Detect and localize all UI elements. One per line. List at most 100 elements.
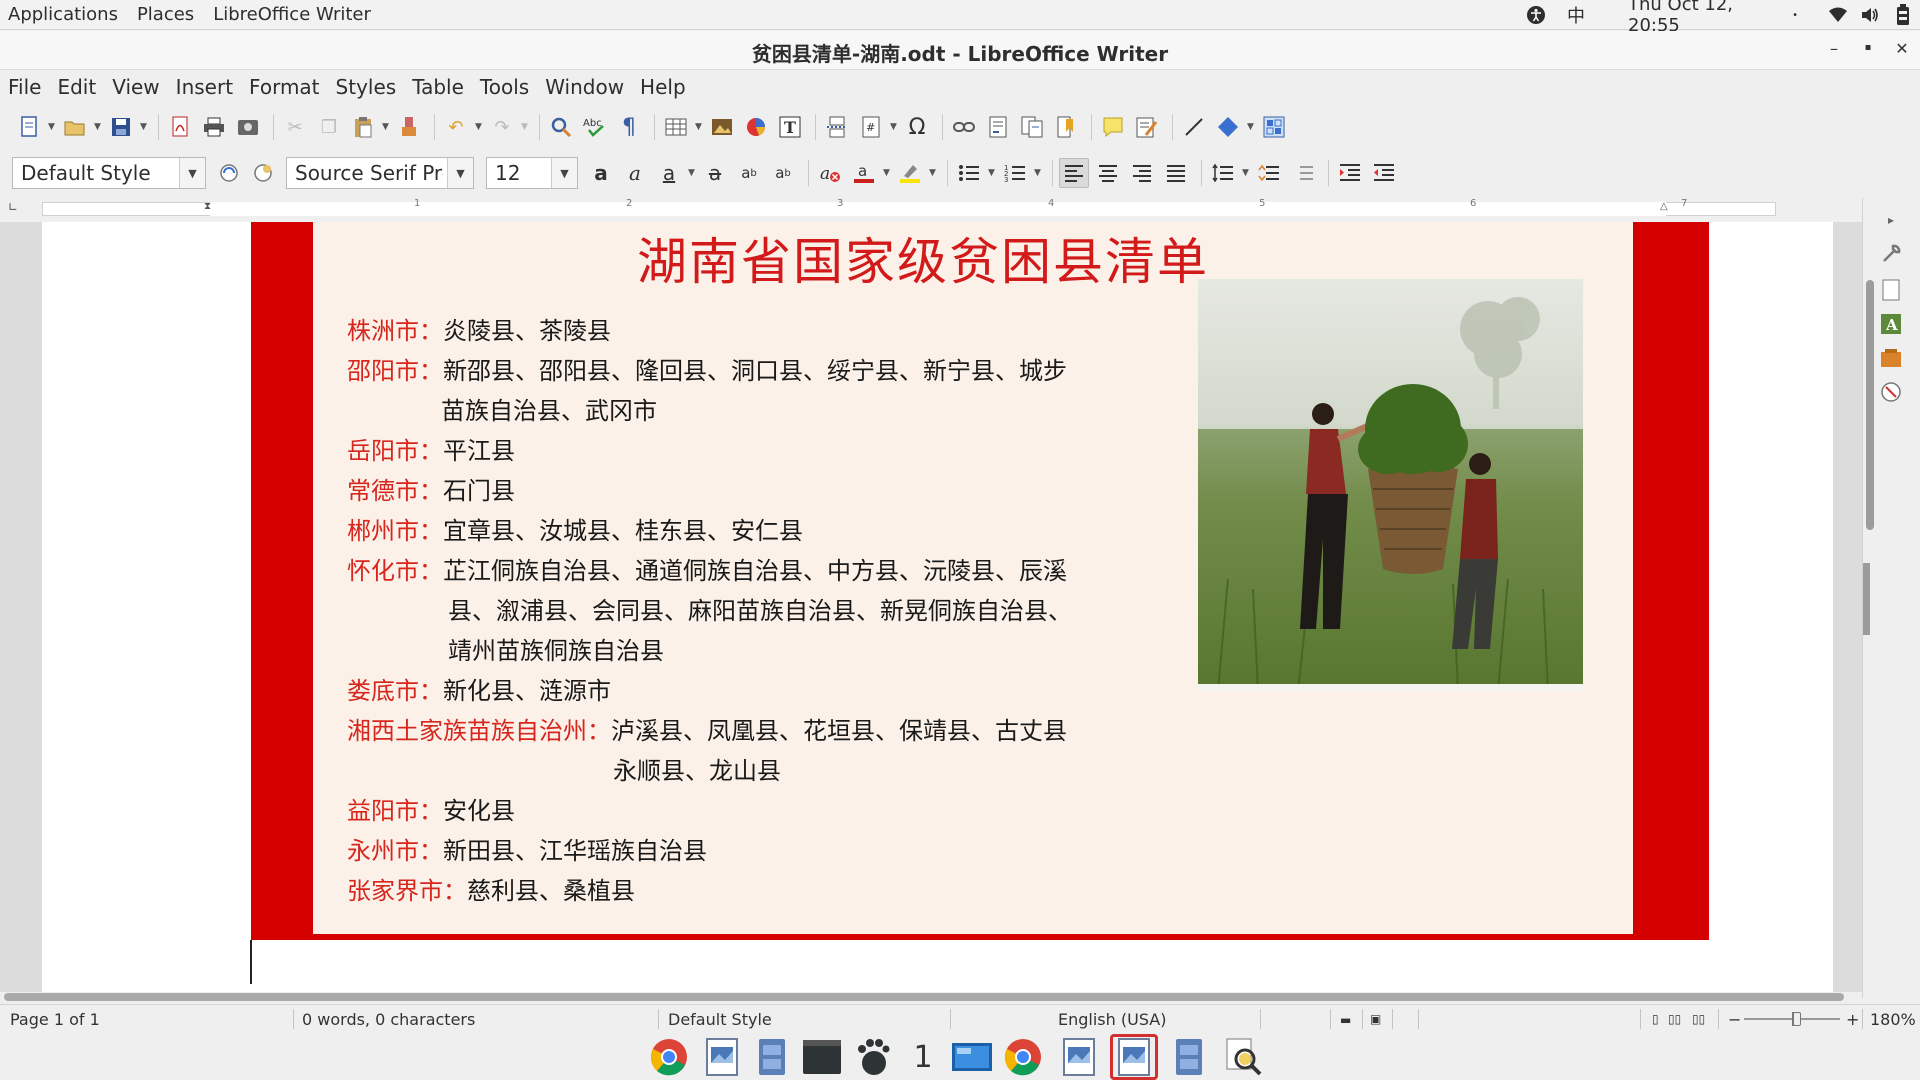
new-document-icon[interactable] (14, 112, 44, 142)
cut-icon[interactable]: ✂ (280, 112, 310, 142)
file-cabinet-icon[interactable] (751, 1036, 793, 1078)
insert-mode-icon[interactable]: ▬ (1340, 1013, 1351, 1027)
gallery-icon[interactable] (1879, 346, 1903, 370)
left-indent-marker-icon[interactable]: ⧗ (204, 201, 211, 212)
insert-line-icon[interactable] (1179, 112, 1209, 142)
spelling-icon[interactable]: Abc (580, 112, 610, 142)
justify-icon[interactable] (1161, 158, 1191, 188)
line-spacing-dropdown-icon[interactable]: ▼ (1242, 168, 1250, 178)
unordered-list-dropdown-icon[interactable]: ▼ (988, 168, 996, 178)
paragraph-style-dropdown-icon[interactable]: ▼ (179, 158, 205, 188)
bold-icon[interactable]: a (586, 158, 616, 188)
redo-icon[interactable]: ↷ (487, 112, 517, 142)
styles-icon[interactable]: A (1879, 312, 1903, 336)
comment-icon[interactable] (1098, 112, 1128, 142)
menu-format[interactable]: Format (241, 75, 327, 99)
vertical-scrollbar-thumb[interactable] (1866, 280, 1874, 530)
wifi-icon[interactable] (1822, 0, 1854, 30)
insert-textbox-icon[interactable]: T (775, 112, 805, 142)
italic-icon[interactable]: a (620, 158, 650, 188)
menu-view[interactable]: View (104, 75, 167, 99)
decrease-paragraph-spacing-icon[interactable] (1288, 158, 1318, 188)
formatting-marks-icon[interactable]: ¶ (614, 112, 644, 142)
highlighting-dropdown-icon[interactable]: ▼ (929, 168, 937, 178)
align-right-icon[interactable] (1127, 158, 1157, 188)
volume-icon[interactable] (1854, 0, 1886, 30)
terminal-icon[interactable] (801, 1036, 843, 1078)
menu-help[interactable]: Help (632, 75, 694, 99)
active-app-menu[interactable]: LibreOffice Writer (205, 4, 382, 25)
insert-chart-icon[interactable] (741, 112, 771, 142)
right-indent-marker-icon[interactable]: △ (1660, 201, 1668, 212)
page-properties-icon[interactable] (1879, 278, 1903, 302)
bookmark-icon[interactable] (1051, 112, 1081, 142)
document-modified-icon[interactable]: ▣ (1370, 1012, 1381, 1026)
font-size-dropdown-icon[interactable]: ▼ (551, 158, 577, 188)
input-method-indicator[interactable]: 中 (1556, 0, 1596, 30)
hyperlink-icon[interactable] (949, 112, 979, 142)
save-icon[interactable] (106, 112, 136, 142)
line-spacing-icon[interactable] (1208, 158, 1238, 188)
maximize-button[interactable]: ▪ (1856, 42, 1880, 64)
insert-field-icon[interactable]: # (856, 112, 886, 142)
insert-page-break-icon[interactable] (822, 112, 852, 142)
toggle-draw-functions-icon[interactable] (1259, 112, 1289, 142)
undo-dropdown-icon[interactable]: ▼ (475, 122, 483, 132)
single-page-view-icon[interactable]: ▯ (1652, 1012, 1659, 1026)
font-color-dropdown-icon[interactable]: ▼ (883, 168, 891, 178)
sidebar-collapse-handle[interactable] (1863, 563, 1870, 635)
font-size-combo[interactable]: 12 ▼ (486, 157, 578, 189)
sidebar-menu-icon[interactable]: ▸ (1879, 208, 1903, 232)
page-style[interactable]: Default Style (668, 1010, 772, 1029)
footnote-icon[interactable] (983, 112, 1013, 142)
print-preview-icon[interactable] (233, 112, 263, 142)
underline-icon[interactable]: a (654, 158, 684, 188)
menu-window[interactable]: Window (537, 75, 632, 99)
special-character-icon[interactable]: Ω (902, 112, 932, 142)
accessibility-icon[interactable] (1516, 0, 1556, 30)
export-pdf-icon[interactable] (165, 112, 195, 142)
track-changes-icon[interactable] (1132, 112, 1162, 142)
clone-formatting-icon[interactable] (394, 112, 424, 142)
font-name-dropdown-icon[interactable]: ▼ (447, 158, 473, 188)
workspace-indicator[interactable]: 1 (902, 1036, 944, 1078)
font-name-combo[interactable]: Source Serif Pro ▼ (286, 157, 474, 189)
increase-indent-icon[interactable] (1335, 158, 1365, 188)
cross-reference-icon[interactable] (1017, 112, 1047, 142)
unordered-list-icon[interactable] (954, 158, 984, 188)
battery-icon[interactable] (1886, 0, 1920, 30)
new-dropdown-icon[interactable]: ▼ (48, 122, 56, 132)
horizontal-ruler[interactable]: ∟ ⧗ △ 1 1 2 3 4 5 6 7 (0, 198, 1880, 220)
book-view-icon[interactable]: ▯▯ (1692, 1012, 1705, 1026)
clock[interactable]: Thu Oct 12, 20:55 • (1628, 0, 1798, 36)
gnome-foot-icon[interactable] (851, 1036, 893, 1078)
image-viewer-icon[interactable] (701, 1036, 743, 1078)
table-dropdown-icon[interactable]: ▼ (695, 122, 703, 132)
zoom-out-button[interactable]: − (1728, 1010, 1741, 1029)
redo-dropdown-icon[interactable]: ▼ (521, 122, 529, 132)
update-style-icon[interactable] (214, 158, 244, 188)
increase-paragraph-spacing-icon[interactable] (1254, 158, 1284, 188)
chrome-icon[interactable] (648, 1036, 690, 1078)
decrease-indent-icon[interactable] (1369, 158, 1399, 188)
save-dropdown-icon[interactable]: ▼ (140, 122, 148, 132)
open-icon[interactable] (60, 112, 90, 142)
image-viewer-active-icon[interactable] (1110, 1034, 1158, 1080)
properties-wrench-icon[interactable] (1879, 242, 1903, 266)
align-left-icon[interactable] (1059, 158, 1089, 188)
new-style-icon[interactable] (248, 158, 278, 188)
field-dropdown-icon[interactable]: ▼ (890, 122, 898, 132)
menu-styles[interactable]: Styles (328, 75, 405, 99)
text-language[interactable]: English (USA) (1058, 1010, 1166, 1029)
menu-insert[interactable]: Insert (168, 75, 241, 99)
horizontal-scrollbar-thumb[interactable] (4, 993, 1844, 1001)
ordered-list-icon[interactable]: 123 (1000, 158, 1030, 188)
basic-shapes-icon[interactable] (1213, 112, 1243, 142)
find-replace-icon[interactable] (546, 112, 576, 142)
image-viewer-icon-2[interactable] (1058, 1036, 1100, 1078)
subscript-icon[interactable]: ab (768, 158, 798, 188)
minimize-button[interactable]: – (1822, 39, 1846, 61)
zoom-slider-thumb[interactable] (1793, 1012, 1801, 1026)
underline-dropdown-icon[interactable]: ▼ (688, 168, 696, 178)
menu-tools[interactable]: Tools (472, 75, 537, 99)
